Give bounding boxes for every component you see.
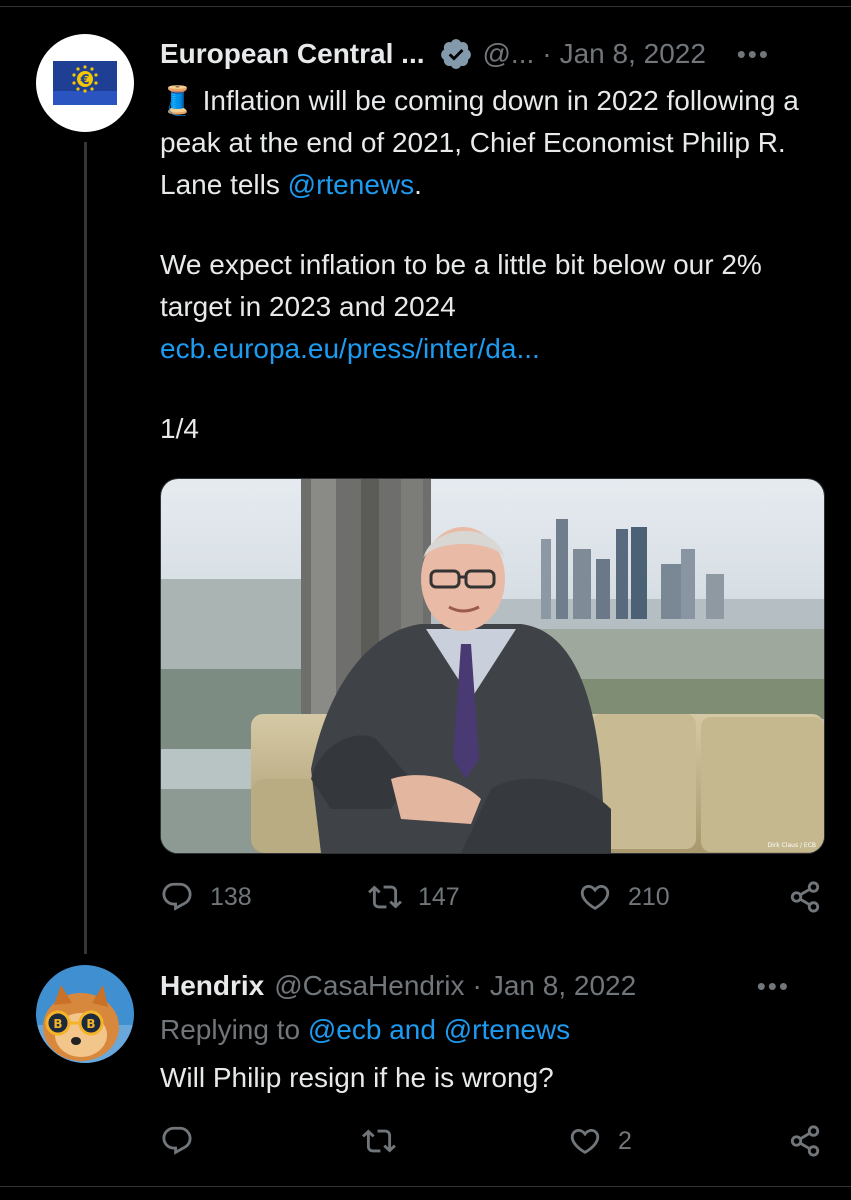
separator-dot: · (472, 970, 482, 1001)
author-handle[interactable]: @... (483, 38, 535, 70)
tweet-text-line1: Inflation will be coming down in 2022 fo… (160, 85, 799, 200)
retweet-icon (368, 885, 402, 909)
replying-to-links[interactable]: @ecb and @rtenews (308, 1014, 570, 1045)
reply-share-button[interactable] (788, 1124, 822, 1158)
verified-badge-icon (440, 39, 471, 69)
tweet-header: European Central ... @... · Jan 8, 2022 … (160, 34, 800, 74)
like-count: 210 (628, 882, 670, 911)
reply-button[interactable]: 138 (160, 880, 252, 914)
author-name[interactable]: European Central ... (160, 38, 425, 70)
separator-dot: · (542, 38, 552, 69)
retweet-button[interactable]: 147 (368, 880, 460, 914)
reply-author-name[interactable]: Hendrix (160, 970, 264, 1002)
share-button[interactable] (788, 880, 822, 914)
reply-date[interactable]: Jan 8, 2022 (490, 970, 636, 1002)
reply-icon (162, 1126, 192, 1155)
reply-text: Will Philip resign if he is wrong? (160, 1062, 554, 1093)
retweet-count: 147 (418, 882, 460, 911)
retweet-icon (362, 1129, 396, 1153)
like-icon (580, 884, 610, 910)
tweet-date[interactable]: Jan 8, 2022 (560, 38, 706, 70)
tweet-photo[interactable]: Dirk Claus / ECB (160, 478, 825, 854)
ecb-logo-icon: € (53, 61, 117, 105)
photo-credit: Dirk Claus / ECB (767, 842, 816, 849)
reply-retweet-button[interactable] (362, 1124, 396, 1158)
bottom-divider (0, 1186, 851, 1187)
thread-count: 1/4 (160, 413, 199, 444)
reply-count: 138 (210, 882, 252, 911)
reply-like-count: 2 (618, 1126, 632, 1155)
tweet-text: 🧵 Inflation will be coming down in 2022 … (160, 80, 820, 450)
reply-icon (162, 882, 192, 911)
ecb-avatar[interactable]: € (36, 34, 134, 132)
period: . (414, 169, 422, 200)
tweet-actions: 138 147 210 (160, 877, 825, 917)
replying-prefix: Replying to (160, 1014, 308, 1045)
replying-to: Replying to @ecb and @rtenews (160, 1010, 570, 1050)
thread-emoji: 🧵 (160, 85, 195, 116)
reply-more-icon[interactable]: ••• (757, 971, 790, 1002)
reply-actions: 2 (160, 1121, 825, 1161)
more-icon[interactable]: ••• (737, 39, 770, 70)
reply-like-button[interactable]: 2 (568, 1124, 632, 1158)
thread-line (84, 142, 87, 954)
svg-text:€: € (79, 73, 89, 88)
reply-header: Hendrix @CasaHendrix · Jan 8, 2022 ••• (160, 966, 820, 1006)
article-link[interactable]: ecb.europa.eu/press/inter/da... (160, 333, 540, 364)
pomeranian-avatar-icon: B B (36, 965, 134, 1063)
svg-text:B: B (53, 1017, 62, 1031)
top-divider (0, 6, 851, 7)
reply-author-handle[interactable]: @CasaHendrix (274, 970, 464, 1002)
photo-of-philip-lane: Dirk Claus / ECB (161, 479, 824, 853)
hendrix-avatar[interactable]: B B (36, 965, 134, 1063)
like-icon (570, 1128, 600, 1154)
svg-text:B: B (86, 1017, 95, 1031)
reply-reply-button[interactable] (160, 1124, 194, 1158)
like-button[interactable]: 210 (578, 880, 670, 914)
share-icon (790, 881, 820, 913)
mention-link[interactable]: @rtenews (288, 169, 414, 200)
share-icon (790, 1125, 820, 1157)
tweet-text-line2: We expect inflation to be a little bit b… (160, 249, 762, 322)
